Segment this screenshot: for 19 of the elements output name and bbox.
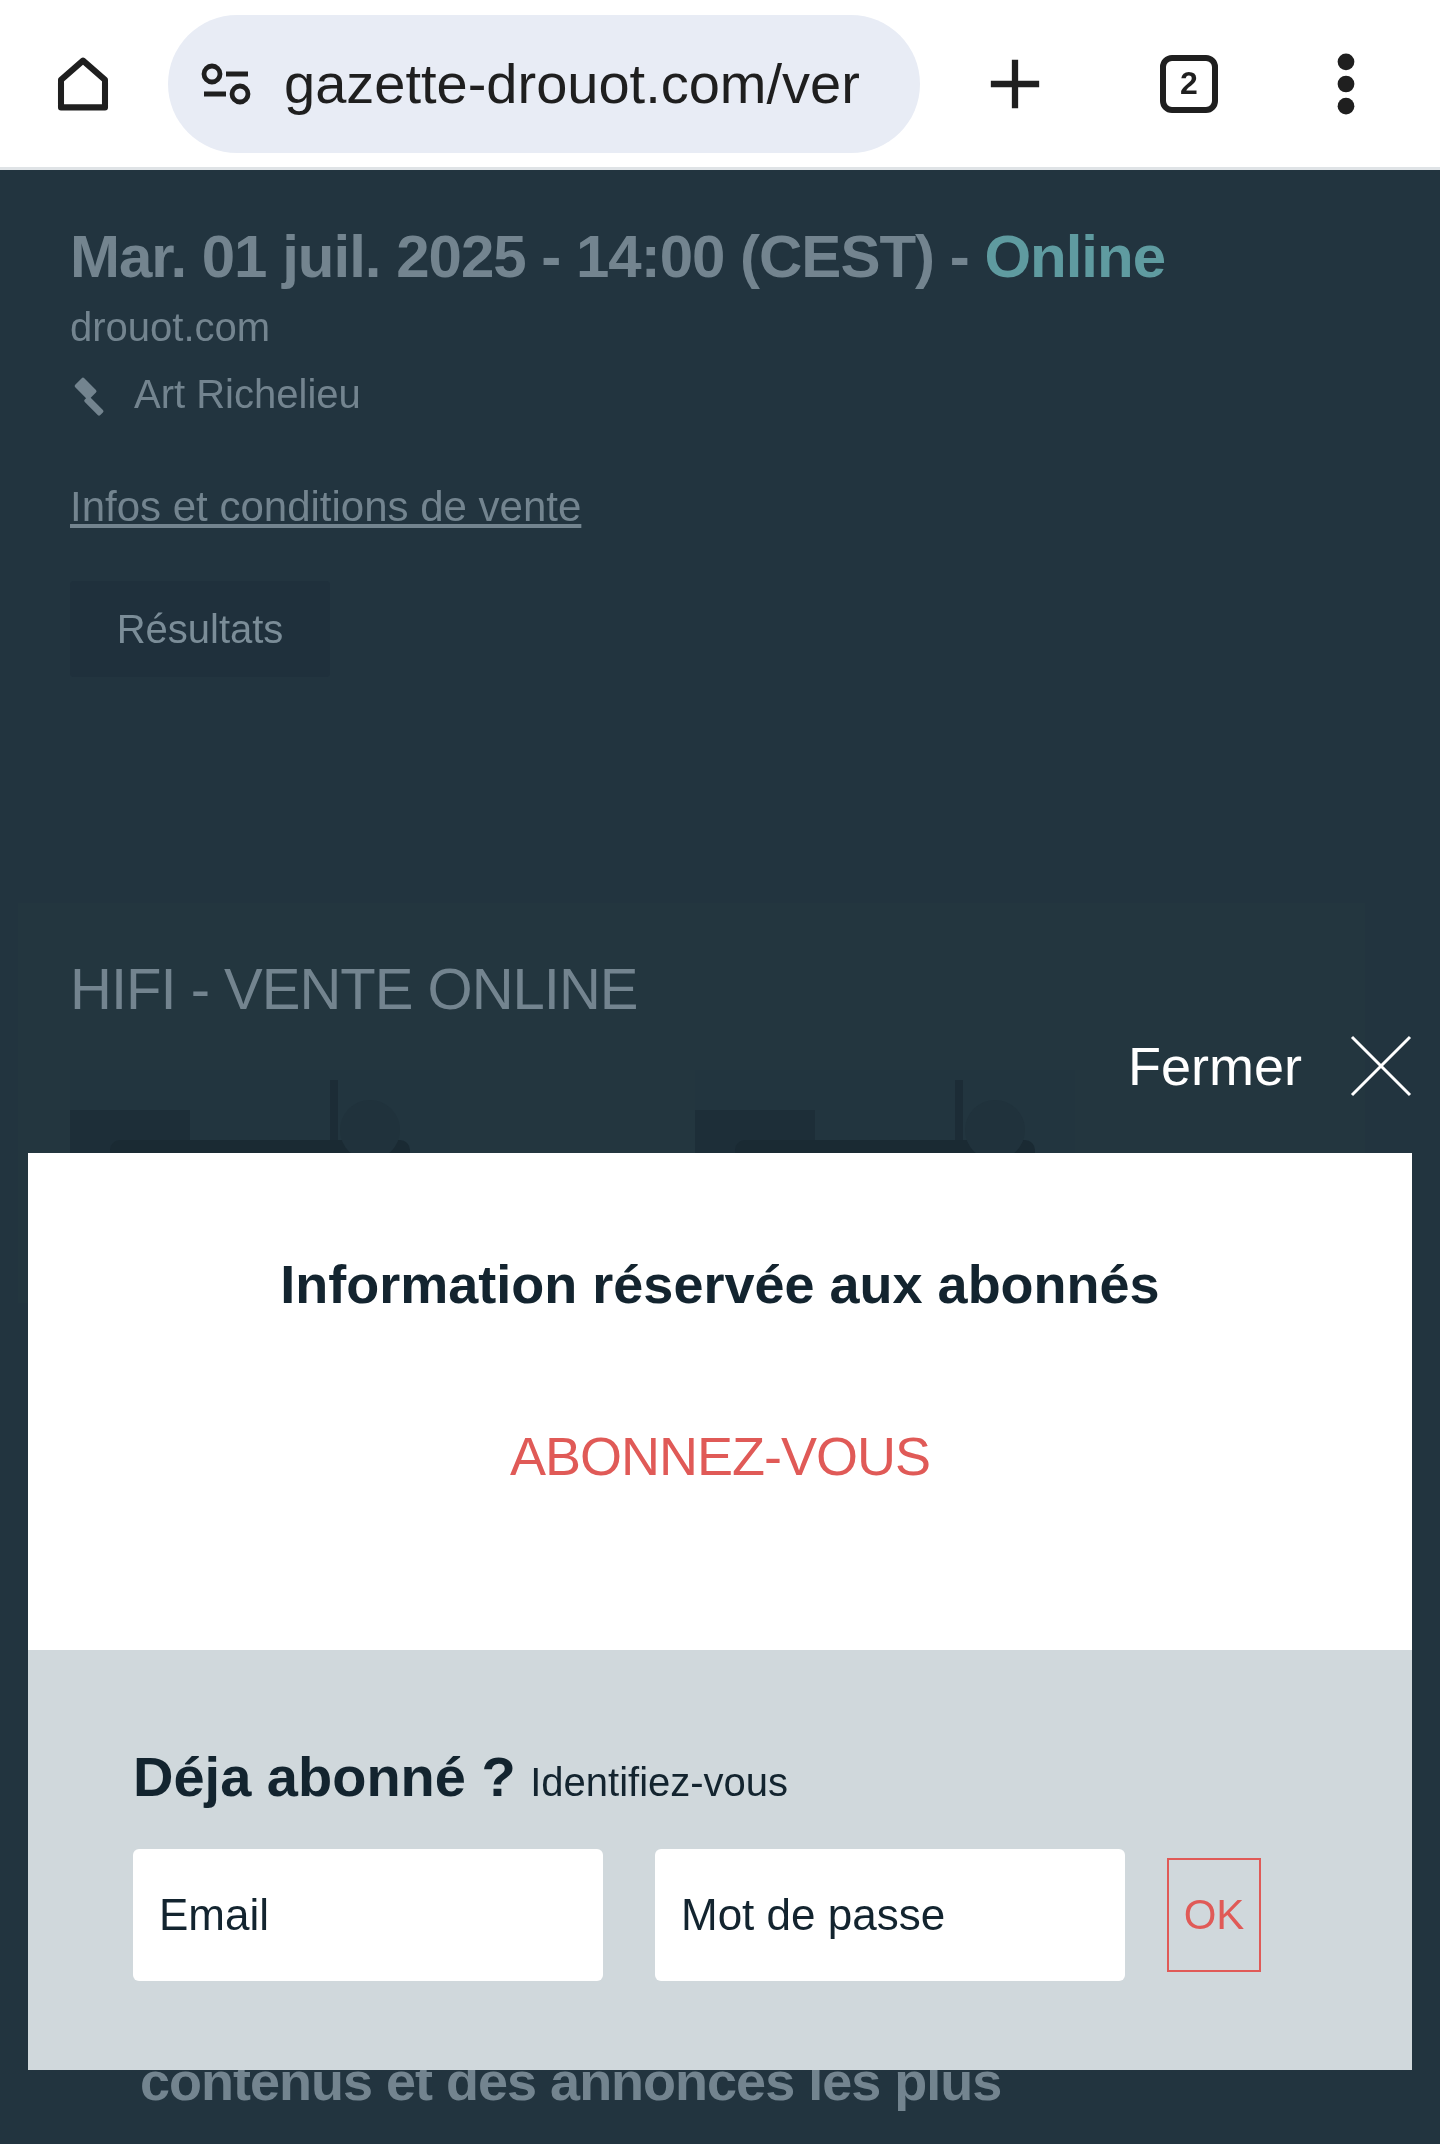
email-field[interactable]: Email	[133, 1849, 603, 1981]
login-heading: Déja abonné ? Identifiez-vous	[133, 1744, 790, 1809]
subscribe-link[interactable]: ABONNEZ-VOUS	[509, 1425, 931, 1487]
close-button[interactable]: Fermer	[1128, 1030, 1412, 1102]
section-title: HIFI - VENTE ONLINE	[70, 955, 639, 1022]
sale-venue: drouot.com	[70, 305, 272, 350]
address-bar[interactable]: gazette-drouot.com/ver	[168, 14, 920, 153]
auctioneer-name: Art Richelieu	[134, 372, 361, 417]
sale-mode: Online	[984, 223, 1166, 290]
menu-icon[interactable]	[1336, 51, 1356, 116]
close-icon[interactable]	[1350, 1035, 1412, 1097]
password-field[interactable]: Mot de passe	[655, 1849, 1125, 1981]
sale-date: Mar. 01 juil. 2025 - 14:00 (CEST) -	[70, 223, 969, 290]
tab-switcher[interactable]: 2	[1160, 54, 1218, 113]
dialog-title: Information réservée aux abonnés	[280, 1253, 1160, 1315]
sale-conditions-link[interactable]: Infos et conditions de vente	[70, 483, 582, 531]
ok-button[interactable]: OK	[1167, 1858, 1261, 1972]
url-text: gazette-drouot.com/ver	[284, 51, 860, 116]
results-button[interactable]: Résultats	[70, 581, 330, 677]
